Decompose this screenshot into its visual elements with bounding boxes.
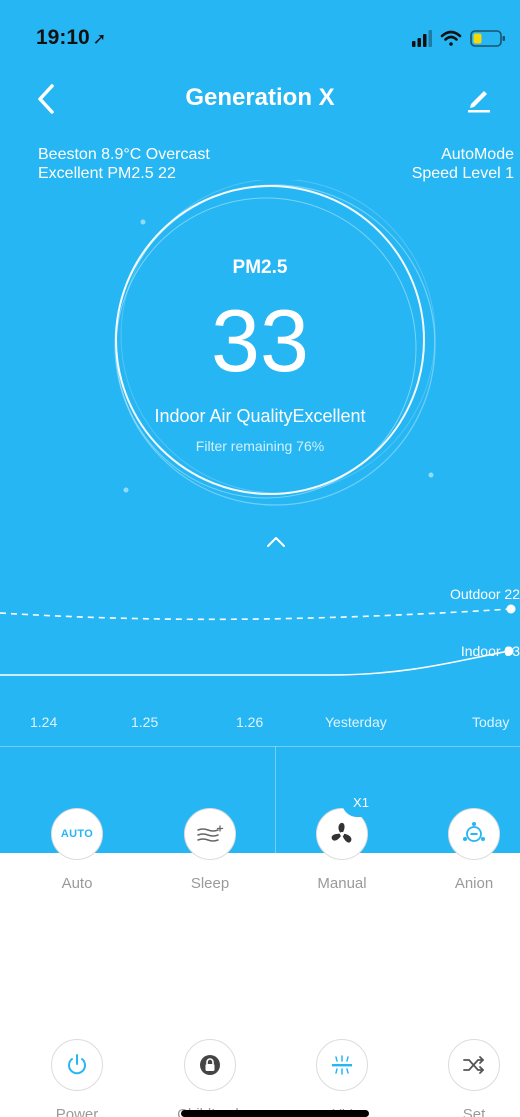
- clock-text: 19:10: [36, 26, 90, 49]
- anion-control[interactable]: Anion: [419, 808, 520, 892]
- power-button[interactable]: [51, 1039, 103, 1091]
- childlock-control[interactable]: ChildLock: [155, 1039, 265, 1117]
- set-button[interactable]: [448, 1039, 500, 1091]
- fan-icon: [331, 822, 352, 843]
- control-label: Manual: [317, 875, 367, 892]
- page-title: Generation X: [185, 84, 335, 111]
- manual-button[interactable]: X1: [316, 787, 380, 860]
- control-label: Anion: [454, 875, 494, 892]
- date-tick: 1.25: [131, 714, 159, 730]
- power-control[interactable]: Power: [22, 1039, 132, 1117]
- pm25-label: PM2.5: [232, 257, 288, 278]
- uv-button[interactable]: [316, 1039, 368, 1091]
- date-tick: Today: [472, 714, 510, 730]
- bubble-dot: [140, 219, 146, 225]
- status-time: 19:10 ➚: [36, 26, 106, 50]
- outdoor-weather: Beeston 8.9°C Overcast Excellent PM2.5 2…: [38, 145, 210, 183]
- battery-icon: [470, 30, 505, 47]
- edit-button[interactable]: [464, 84, 494, 114]
- date-tick: Yesterday: [325, 714, 387, 730]
- signal-icon: [412, 30, 432, 47]
- auto-button[interactable]: AUTO: [51, 808, 103, 860]
- outdoor-point: [506, 604, 516, 614]
- indoor-series-line: [0, 650, 510, 676]
- home-indicator[interactable]: [181, 1110, 369, 1117]
- mode-info: AutoMode Speed Level 1: [412, 145, 514, 183]
- shuffle-icon: [463, 1056, 484, 1074]
- uv-control[interactable]: UV: [287, 1039, 397, 1117]
- air-quality-text: Indoor Air QualityExcellent: [154, 406, 366, 426]
- outdoor-series-line: [0, 608, 512, 621]
- auto-mode-control[interactable]: AUTO Auto: [22, 808, 132, 892]
- expand-button[interactable]: [262, 532, 290, 554]
- control-label: Set: [462, 1106, 486, 1117]
- auto-icon: AUTO: [60, 828, 94, 840]
- pm25-value: 33: [211, 291, 309, 390]
- mode-line: AutoMode: [441, 146, 514, 163]
- sleep-mode-control[interactable]: Sleep: [155, 808, 265, 892]
- outdoor-series-label: Outdoor 22: [449, 586, 520, 602]
- pencil-icon: [468, 91, 490, 113]
- back-button[interactable]: [32, 82, 62, 116]
- set-control[interactable]: Set: [419, 1039, 520, 1117]
- wifi-icon: [440, 30, 462, 46]
- manual-mode-control[interactable]: X1 Manual: [287, 787, 397, 892]
- indoor-series-label: Indoor 33: [460, 643, 520, 659]
- control-label: Power: [55, 1106, 99, 1117]
- sleep-button[interactable]: [184, 808, 236, 860]
- power-icon: [68, 1054, 86, 1075]
- date-tick: 1.26: [236, 714, 264, 730]
- control-label: Auto: [61, 875, 93, 892]
- status-icons: [412, 30, 505, 47]
- divider: [275, 746, 276, 853]
- filter-remaining: Filter remaining 76%: [195, 438, 325, 454]
- bubble-dot: [123, 487, 129, 493]
- control-label: Sleep: [190, 875, 230, 892]
- childlock-button[interactable]: [184, 1039, 236, 1091]
- bubble-dot: [428, 472, 434, 478]
- chevron-up-icon: [267, 537, 285, 547]
- anion-button[interactable]: [448, 808, 500, 860]
- speed-badge: X1: [342, 787, 380, 817]
- chevron-left-icon: [38, 84, 54, 114]
- main-panel: 19:10 ➚ Generation X Beeston 8.9°C Overc…: [0, 0, 520, 853]
- anion-icon: [463, 822, 485, 842]
- location-arrow-icon: ➚: [92, 31, 107, 48]
- date-tick: 1.24: [30, 714, 58, 730]
- uv-icon: [332, 1055, 352, 1075]
- sleep-icon: [197, 825, 224, 842]
- divider: [0, 746, 520, 747]
- trend-chart: [0, 604, 516, 676]
- weather-line: Beeston 8.9°C Overcast: [38, 146, 210, 163]
- lock-icon: [200, 1055, 220, 1075]
